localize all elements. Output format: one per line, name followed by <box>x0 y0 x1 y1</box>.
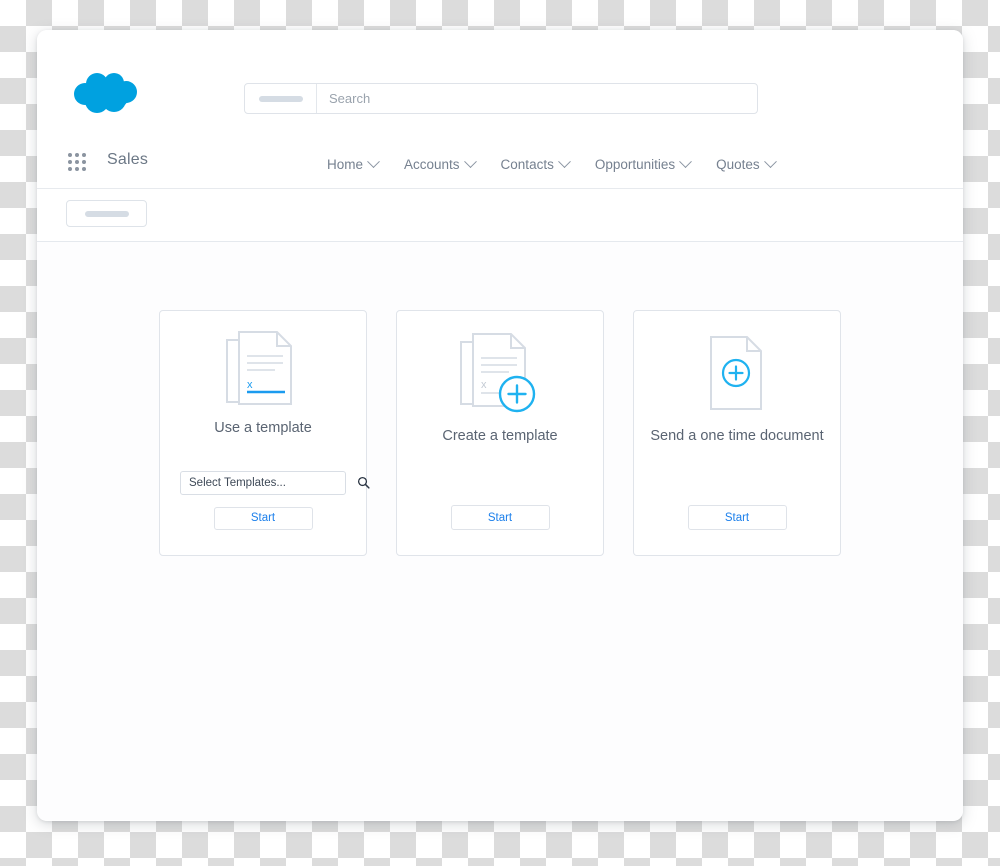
nav-item-label: Contacts <box>500 157 554 172</box>
nav-item-contacts[interactable]: Contacts <box>500 155 571 172</box>
toolbar-action-button[interactable] <box>66 200 147 227</box>
salesforce-cloud-icon[interactable] <box>70 70 142 120</box>
blank-document-add-icon <box>705 323 769 427</box>
document-with-signature-icon: x <box>225 323 301 419</box>
nav-item-label: Home <box>327 157 364 172</box>
chevron-down-icon <box>679 155 692 169</box>
global-header <box>37 30 963 140</box>
search-input[interactable] <box>317 84 757 113</box>
select-templates-input[interactable] <box>181 476 351 489</box>
global-navigation-bar: Sales Home Accounts Contacts Opportuniti… <box>37 140 963 189</box>
chevron-down-icon <box>557 155 571 169</box>
search-icon[interactable] <box>351 476 375 489</box>
nav-item-label: Quotes <box>716 157 760 172</box>
main-content-area: x Use a template Start <box>37 242 963 820</box>
card-use-a-template[interactable]: x Use a template Start <box>159 310 370 556</box>
nav-item-accounts[interactable]: Accounts <box>404 155 477 172</box>
svg-text:x: x <box>247 379 253 391</box>
toolbar-button-redacted-label <box>84 210 129 217</box>
nav-item-opportunities[interactable]: Opportunities <box>594 155 692 172</box>
card-title: Send a one time document <box>650 428 824 444</box>
app-window: Sales Home Accounts Contacts Opportuniti… <box>37 30 963 821</box>
search-scope-redacted-value <box>258 95 303 102</box>
nav-item-list: Home Accounts Contacts Opportunities Quo… <box>327 140 777 189</box>
global-search-bar[interactable] <box>244 83 758 114</box>
chevron-down-icon <box>463 155 477 169</box>
nav-item-label: Opportunities <box>594 157 676 172</box>
svg-text:x: x <box>481 379 487 391</box>
card-create-a-template[interactable]: x Create a template Start <box>396 310 604 556</box>
card-title: Use a template <box>214 419 312 436</box>
start-button[interactable]: Start <box>213 506 313 530</box>
start-button[interactable]: Start <box>687 505 787 530</box>
action-card-list: x Use a template Start <box>37 310 963 556</box>
nav-item-home[interactable]: Home <box>327 155 380 172</box>
search-scope-selector[interactable] <box>245 84 317 113</box>
chevron-down-icon <box>367 155 380 169</box>
app-launcher-grid-icon[interactable] <box>68 153 90 175</box>
template-select-field[interactable] <box>180 470 370 495</box>
document-stack-add-icon: x <box>459 323 541 427</box>
chevron-down-icon <box>763 155 777 169</box>
card-send-a-one-time-document[interactable]: Send a one time document Start <box>633 310 841 556</box>
card-title: Create a template <box>442 428 558 444</box>
app-name-label: Sales <box>107 151 149 168</box>
start-button[interactable]: Start <box>450 505 550 530</box>
page-toolbar <box>37 189 963 242</box>
nav-item-label: Accounts <box>404 157 460 172</box>
nav-item-quotes[interactable]: Quotes <box>716 155 777 172</box>
